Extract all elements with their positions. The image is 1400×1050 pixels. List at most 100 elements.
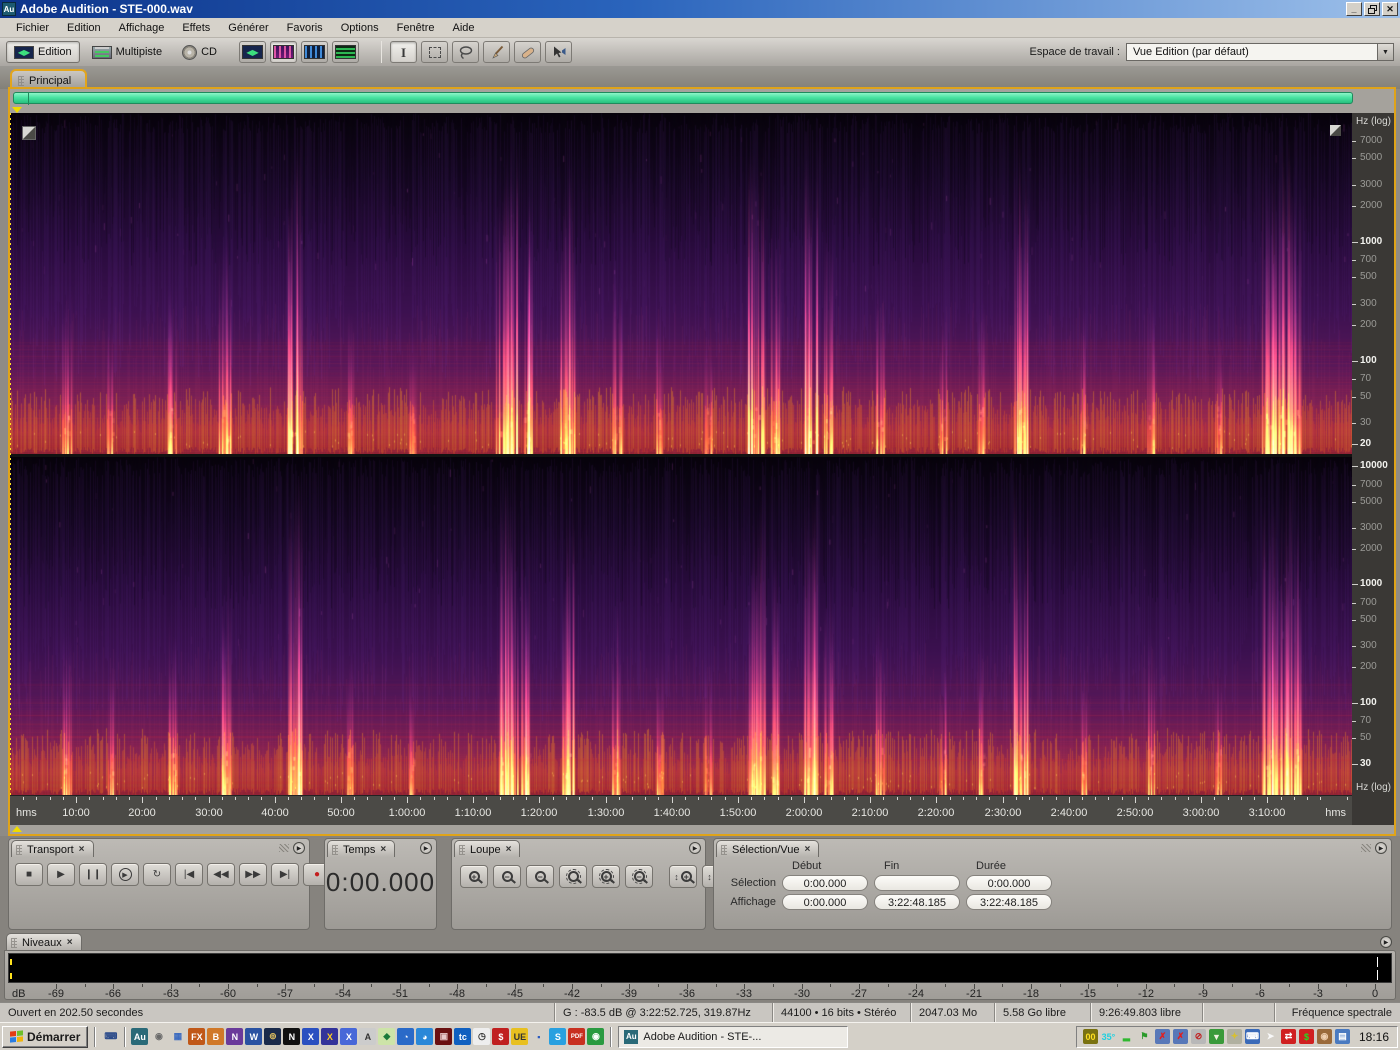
tray-network-2[interactable]: ✗ (1172, 1029, 1188, 1044)
quicklaunch-planet[interactable]: ⊚ (264, 1028, 282, 1045)
close-icon[interactable]: × (804, 845, 810, 855)
quicklaunch-ue[interactable]: UE (511, 1028, 529, 1045)
quicklaunch-x2[interactable]: X (321, 1028, 339, 1045)
title-bar[interactable]: Au Adobe Audition - STE-000.wav _ ✕ (0, 0, 1400, 18)
navigator-range-bar[interactable] (13, 92, 1353, 105)
level-meter[interactable] (8, 953, 1392, 983)
stop-button[interactable]: ■ (15, 863, 43, 886)
tray-mouse[interactable]: ◉ (1316, 1029, 1332, 1044)
panel-menu-button[interactable]: ▶ (689, 842, 701, 854)
quicklaunch-darkred[interactable]: ▣ (435, 1028, 453, 1045)
menu-fenêtre[interactable]: Fenêtre (389, 20, 443, 36)
multipiste-mode-button[interactable]: Multipiste (84, 41, 170, 63)
play-looped-button[interactable]: ▶ (111, 863, 139, 886)
marquee-selection-tool-button[interactable] (421, 41, 448, 63)
quicklaunch-globe1[interactable]: ◔ (397, 1028, 415, 1045)
panel-menu-button[interactable]: ▶ (1375, 842, 1387, 854)
menu-favoris[interactable]: Favoris (279, 20, 331, 36)
select-all-corner-button[interactable] (22, 126, 36, 140)
quicklaunch-globe2[interactable]: ◕ (416, 1028, 434, 1045)
quicklaunch-media[interactable]: ◉ (587, 1028, 605, 1045)
quicklaunch-tc[interactable]: tc (454, 1028, 472, 1045)
rewind-button[interactable]: ◀◀ (207, 863, 235, 886)
quicklaunch-game[interactable]: ◆ (378, 1028, 396, 1045)
quicklaunch-pdf[interactable]: PDF (568, 1028, 586, 1045)
menu-edition[interactable]: Edition (59, 20, 109, 36)
tray-flag[interactable]: ⚑ (1137, 1029, 1152, 1044)
quicklaunch-blue[interactable]: ▪ (530, 1028, 547, 1045)
menu-fichier[interactable]: Fichier (8, 20, 57, 36)
fast-forward-button[interactable]: ▶▶ (239, 863, 267, 886)
quicklaunch-fx[interactable]: FX (188, 1028, 206, 1045)
tray-blocked[interactable]: ⊘ (1190, 1029, 1206, 1044)
lasso-selection-tool-button[interactable] (452, 41, 479, 63)
close-icon[interactable]: × (79, 845, 85, 855)
tab-niveaux[interactable]: Niveaux × (6, 933, 82, 950)
go-to-beginning-button[interactable]: |◀ (175, 863, 203, 886)
selection-debut-field[interactable]: 0:00.000 (782, 875, 868, 891)
close-button[interactable]: ✕ (1382, 2, 1398, 16)
affichage-duree-field[interactable]: 3:22:48.185 (966, 894, 1052, 910)
zoom-in-right-edge-button[interactable]: − (625, 865, 653, 888)
restore-button[interactable] (1364, 2, 1380, 16)
effects-paintbrush-tool-button[interactable] (483, 41, 510, 63)
quicklaunch-x1[interactable]: X (302, 1028, 320, 1045)
loop-button[interactable]: ↻ (143, 863, 171, 886)
waveform-view-button[interactable]: ◀▶ (239, 41, 266, 63)
zoom-out-full-button[interactable]: − (526, 865, 554, 888)
tab-loupe[interactable]: Loupe × (454, 840, 521, 857)
selection-start-marker-icon[interactable] (12, 826, 22, 832)
zoom-in-horizontal-button[interactable]: + (460, 865, 488, 888)
time-ruler[interactable]: 10:00 20:00 30:00 40:00 50:00 1:00:00 1:10:00 1… (10, 795, 1352, 825)
tray-keys[interactable]: ⌨ (1244, 1029, 1260, 1044)
go-to-end-button[interactable]: ▶| (271, 863, 299, 886)
affichage-fin-field[interactable]: 3:22:48.185 (874, 894, 960, 910)
tray-file[interactable]: ▤ (1334, 1029, 1350, 1044)
tab-principal[interactable]: Principal (10, 69, 88, 89)
quicklaunch-calculator[interactable]: ▦ (169, 1028, 186, 1045)
zoom-in-vertical-button[interactable]: ↕ + (669, 865, 697, 888)
spectral-view-button[interactable] (270, 41, 297, 63)
tray-sync[interactable]: ⇄ (1280, 1029, 1296, 1044)
scrub-tool-button[interactable] (545, 41, 572, 63)
tab-transport[interactable]: Transport × (11, 840, 94, 857)
menu-options[interactable]: Options (333, 20, 387, 36)
close-icon[interactable]: × (67, 938, 73, 948)
quicklaunch-clock[interactable]: ◷ (473, 1028, 491, 1045)
quicklaunch-keyboard[interactable]: ⌨ (102, 1028, 119, 1045)
quicklaunch-recorder[interactable]: ◉ (150, 1028, 167, 1045)
workspace-dropdown[interactable]: Vue Edition (par défaut) ▼ (1126, 43, 1394, 61)
spectrogram-left-channel[interactable] (10, 113, 1352, 454)
quicklaunch-onenote[interactable]: N (226, 1028, 244, 1045)
selection-duree-field[interactable]: 0:00.000 (966, 875, 1052, 891)
panel-menu-button[interactable]: ▶ (420, 842, 432, 854)
quicklaunch-skype[interactable]: S (549, 1028, 567, 1045)
time-selection-tool-button[interactable]: I (390, 41, 417, 63)
menu-effets[interactable]: Effets (174, 20, 218, 36)
selection-fin-field[interactable] (874, 875, 960, 891)
tray-click[interactable]: ➤ (1263, 1029, 1278, 1044)
quicklaunch-bryce[interactable]: B (207, 1028, 225, 1045)
panel-menu-button[interactable]: ▶ (1380, 936, 1392, 948)
play-button[interactable]: ▶ (47, 863, 75, 886)
spectral-phase-view-button[interactable] (332, 41, 359, 63)
zoom-to-selection-button[interactable] (559, 865, 587, 888)
quicklaunch-a[interactable]: A (359, 1028, 377, 1045)
tray-sparkle[interactable]: ✦ (1226, 1029, 1242, 1044)
menu-affichage[interactable]: Affichage (111, 20, 173, 36)
quicklaunch-audition[interactable]: Au (131, 1028, 149, 1045)
panel-menu-button[interactable]: ▶ (293, 842, 305, 854)
cd-mode-button[interactable]: CD (174, 41, 225, 63)
tab-selection-vue[interactable]: Sélection/Vue × (716, 840, 820, 857)
pause-button[interactable]: ❙❙ (79, 863, 107, 886)
quicklaunch-sbp[interactable]: $ (492, 1028, 510, 1045)
quicklaunch-x3[interactable]: X (340, 1028, 358, 1045)
tray-package[interactable]: ▼ (1208, 1029, 1224, 1044)
quicklaunch-word[interactable]: W (245, 1028, 263, 1045)
menu-générer[interactable]: Générer (220, 20, 276, 36)
tray-network-1[interactable]: ✗ (1154, 1029, 1170, 1044)
tray-battery[interactable]: 00 (1082, 1029, 1098, 1044)
tray-temperature[interactable]: 35° (1101, 1029, 1116, 1044)
spectral-pan-view-button[interactable] (301, 41, 328, 63)
start-button[interactable]: Démarrer (2, 1025, 89, 1048)
